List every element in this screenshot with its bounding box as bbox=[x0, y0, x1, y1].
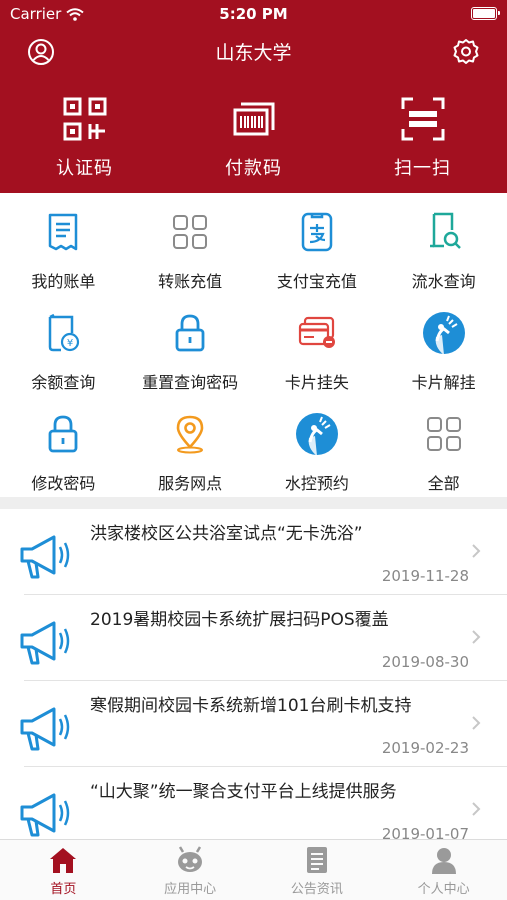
services-grid: 我的账单 转账充值 支付宝充值 流水查询 ¥ 余额查询 重置查询密码 卡片挂失 … bbox=[0, 200, 507, 503]
chevron-right-icon bbox=[472, 544, 481, 558]
news-date: 2019-02-23 bbox=[381, 739, 469, 757]
news-list: 洪家楼校区公共浴室试点“无卡洗浴” 2019-11-28 2019暑期校园卡系统… bbox=[0, 509, 507, 853]
shower-icon bbox=[422, 312, 465, 355]
balance-query-button[interactable]: ¥ 余额查询 bbox=[0, 301, 127, 402]
settings-gear-icon[interactable] bbox=[451, 37, 481, 67]
auth-code-button[interactable]: 认证码 bbox=[0, 96, 169, 180]
water-booking-label: 水控预约 bbox=[284, 474, 349, 493]
page-title: 山东大学 bbox=[215, 42, 292, 64]
transfer-recharge-label: 转账充值 bbox=[158, 272, 223, 291]
payment-code-label: 付款码 bbox=[225, 158, 282, 179]
news-title: 洪家楼校区公共浴室试点“无卡洗浴” bbox=[90, 524, 363, 544]
reset-query-password-label: 重置查询密码 bbox=[142, 373, 239, 392]
tab-announcements-label: 公告资讯 bbox=[290, 882, 343, 897]
alipay-icon bbox=[301, 212, 333, 252]
grid-icon bbox=[426, 417, 461, 451]
flow-query-label: 流水查询 bbox=[411, 272, 476, 291]
document-icon bbox=[306, 847, 327, 873]
chevron-right-icon bbox=[472, 716, 481, 730]
grid-icon bbox=[173, 215, 208, 249]
payment-code-button[interactable]: 付款码 bbox=[169, 96, 338, 180]
change-password-button[interactable]: 修改密码 bbox=[0, 402, 127, 503]
status-bar: Carrier 5:20 PM bbox=[0, 0, 507, 28]
section-divider bbox=[0, 497, 507, 509]
transfer-recharge-button[interactable]: 转账充值 bbox=[127, 200, 254, 301]
flow-search-icon bbox=[429, 212, 461, 249]
chevron-right-icon bbox=[472, 802, 481, 816]
megaphone-icon bbox=[20, 707, 70, 751]
balance-icon: ¥ bbox=[49, 313, 80, 352]
news-title: “山大聚”统一聚合支付平台上线提供服务 bbox=[90, 782, 397, 802]
reset-query-password-button[interactable]: 重置查询密码 bbox=[127, 301, 254, 402]
balance-query-label: 余额查询 bbox=[31, 373, 96, 392]
all-services-label: 全部 bbox=[427, 474, 460, 493]
alipay-recharge-label: 支付宝充值 bbox=[276, 272, 357, 291]
card-unfreeze-label: 卡片解挂 bbox=[411, 373, 476, 392]
news-title: 寒假期间校园卡系统新增101台刷卡机支持 bbox=[90, 696, 412, 716]
alipay-recharge-button[interactable]: 支付宝充值 bbox=[254, 200, 381, 301]
qr-code-icon bbox=[63, 97, 106, 141]
my-bill-label: 我的账单 bbox=[31, 272, 96, 291]
lock-icon bbox=[175, 314, 205, 352]
barcode-icon bbox=[233, 102, 274, 136]
tab-app-center[interactable]: 应用中心 bbox=[127, 840, 254, 900]
robot-icon bbox=[178, 846, 203, 872]
megaphone-icon bbox=[20, 621, 70, 665]
news-title: 2019暑期校园卡系统扩展扫码POS覆盖 bbox=[90, 610, 389, 630]
tab-app-center-label: 应用中心 bbox=[164, 882, 217, 897]
all-services-button[interactable]: 全部 bbox=[380, 402, 507, 503]
card-unfreeze-button[interactable]: 卡片解挂 bbox=[380, 301, 507, 402]
scan-label: 扫一扫 bbox=[394, 158, 451, 179]
person-icon bbox=[431, 848, 456, 874]
my-bill-button[interactable]: 我的账单 bbox=[0, 200, 127, 301]
scan-button[interactable]: 扫一扫 bbox=[338, 96, 507, 180]
news-item[interactable]: 2019暑期校园卡系统扩展扫码POS覆盖 2019-08-30 bbox=[0, 595, 507, 681]
auth-code-label: 认证码 bbox=[56, 158, 113, 179]
bill-icon bbox=[49, 213, 78, 251]
lock-icon bbox=[48, 415, 78, 453]
tab-home-label: 首页 bbox=[50, 882, 77, 897]
card-loss-label: 卡片挂失 bbox=[284, 373, 349, 392]
battery-icon bbox=[471, 7, 500, 20]
service-outlets-label: 服务网点 bbox=[158, 474, 223, 493]
home-icon bbox=[50, 848, 77, 873]
card-loss-button[interactable]: 卡片挂失 bbox=[254, 301, 381, 402]
news-item[interactable]: 寒假期间校园卡系统新增101台刷卡机支持 2019-02-23 bbox=[0, 681, 507, 767]
card-loss-icon bbox=[298, 316, 335, 348]
location-pin-icon bbox=[176, 415, 204, 454]
shower-icon bbox=[295, 413, 338, 456]
quick-actions: 认证码 付款码 扫一扫 bbox=[0, 96, 507, 180]
tab-profile-label: 个人中心 bbox=[417, 882, 470, 897]
scan-icon bbox=[401, 97, 444, 141]
tab-announcements[interactable]: 公告资讯 bbox=[254, 840, 381, 900]
megaphone-icon bbox=[20, 793, 70, 837]
water-booking-button[interactable]: 水控预约 bbox=[254, 402, 381, 503]
svg-text:¥: ¥ bbox=[67, 338, 73, 349]
chevron-right-icon bbox=[472, 630, 481, 644]
service-outlets-button[interactable]: 服务网点 bbox=[127, 402, 254, 503]
header-bar: Carrier 5:20 PM 山东大学 认证码 付款码 扫一扫 bbox=[0, 0, 507, 193]
news-item[interactable]: 洪家楼校区公共浴室试点“无卡洗浴” 2019-11-28 bbox=[0, 509, 507, 595]
tab-bar: 首页 应用中心 公告资讯 个人中心 bbox=[0, 839, 507, 900]
megaphone-icon bbox=[20, 535, 70, 579]
tab-profile[interactable]: 个人中心 bbox=[380, 840, 507, 900]
change-password-label: 修改密码 bbox=[31, 474, 96, 493]
news-date: 2019-08-30 bbox=[381, 653, 469, 671]
status-time: 5:20 PM bbox=[219, 5, 288, 23]
tab-home[interactable]: 首页 bbox=[0, 840, 127, 900]
flow-query-button[interactable]: 流水查询 bbox=[380, 200, 507, 301]
news-date: 2019-11-28 bbox=[381, 567, 469, 585]
